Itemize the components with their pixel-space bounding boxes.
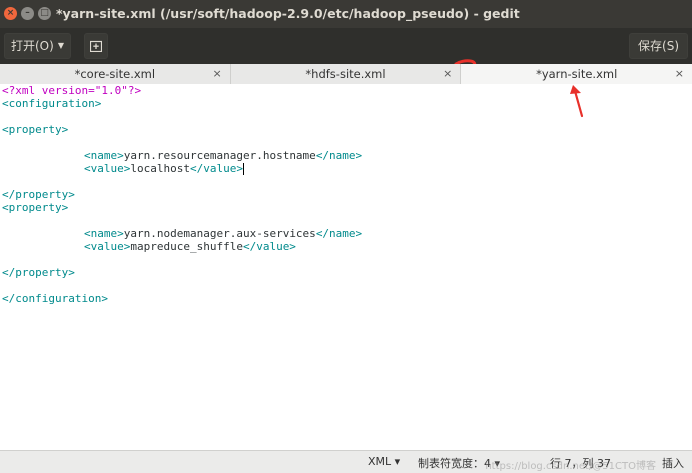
code-line: </property> bbox=[2, 266, 75, 279]
code-line: <?xml version="1.0"?> bbox=[2, 84, 142, 97]
window-title: *yarn-site.xml (/usr/soft/hadoop-2.9.0/e… bbox=[56, 6, 520, 21]
text-editor[interactable]: <?xml version="1.0"?> <configuration> <p… bbox=[0, 84, 692, 450]
property-name: yarn.nodemanager.aux-services bbox=[123, 227, 316, 240]
close-tab-icon[interactable]: × bbox=[675, 64, 684, 84]
close-window-button[interactable]: × bbox=[4, 7, 17, 20]
new-document-button[interactable] bbox=[84, 33, 108, 59]
tab-label: *yarn-site.xml bbox=[536, 67, 618, 81]
property-value: mapreduce_shuffle bbox=[130, 240, 243, 253]
chevron-down-icon: ▼ bbox=[57, 41, 64, 50]
property-value: localhost bbox=[130, 162, 190, 175]
language-selector[interactable]: XML ▾ bbox=[368, 455, 400, 468]
code-line: </property> bbox=[2, 188, 75, 201]
tab-label: *hdfs-site.xml bbox=[305, 67, 386, 81]
text-cursor bbox=[242, 163, 244, 175]
header-bar: 打开(O) ▼ 保存(S) bbox=[0, 28, 692, 84]
document-tabs: *core-site.xml × *hdfs-site.xml × *yarn-… bbox=[0, 64, 692, 85]
code-line: </configuration> bbox=[2, 292, 108, 305]
code-line: <name>yarn.resourcemanager.hostname</nam… bbox=[84, 149, 363, 162]
code-line: <name>yarn.nodemanager.aux-services</nam… bbox=[84, 227, 363, 240]
code-line: <property> bbox=[2, 201, 69, 214]
minimize-window-button[interactable]: – bbox=[21, 7, 34, 20]
watermark: https://blog.csdn.net/@51CTO博客 bbox=[485, 461, 656, 472]
code-line: <configuration> bbox=[2, 97, 102, 110]
open-file-button[interactable]: 打开(O) ▼ bbox=[4, 33, 71, 59]
insert-mode: 插入 bbox=[662, 457, 684, 470]
window-controls: × – □ bbox=[4, 7, 51, 20]
tab-label: *core-site.xml bbox=[74, 67, 156, 81]
tab-core-site[interactable]: *core-site.xml × bbox=[0, 64, 231, 84]
status-bar: XML ▾ 制表符宽度：4 ▾ 行 7，列 37 插入 https://blog… bbox=[0, 450, 692, 473]
property-name: yarn.resourcemanager.hostname bbox=[123, 149, 316, 162]
code-line: <property> bbox=[2, 123, 69, 136]
code-line: <value>mapreduce_shuffle</value> bbox=[84, 240, 296, 253]
close-tab-icon[interactable]: × bbox=[443, 64, 452, 84]
maximize-window-button[interactable]: □ bbox=[38, 7, 51, 20]
tab-yarn-site[interactable]: *yarn-site.xml × bbox=[461, 64, 692, 84]
code-line: <value>localhost</value> bbox=[84, 162, 244, 175]
new-document-icon bbox=[90, 40, 102, 52]
open-file-label: 打开(O) bbox=[11, 39, 54, 53]
title-bar: × – □ *yarn-site.xml (/usr/soft/hadoop-2… bbox=[0, 0, 692, 28]
close-tab-icon[interactable]: × bbox=[212, 64, 221, 84]
annotation-arrow-icon bbox=[570, 85, 584, 118]
save-button[interactable]: 保存(S) bbox=[629, 33, 688, 59]
tab-hdfs-site[interactable]: *hdfs-site.xml × bbox=[231, 64, 462, 84]
